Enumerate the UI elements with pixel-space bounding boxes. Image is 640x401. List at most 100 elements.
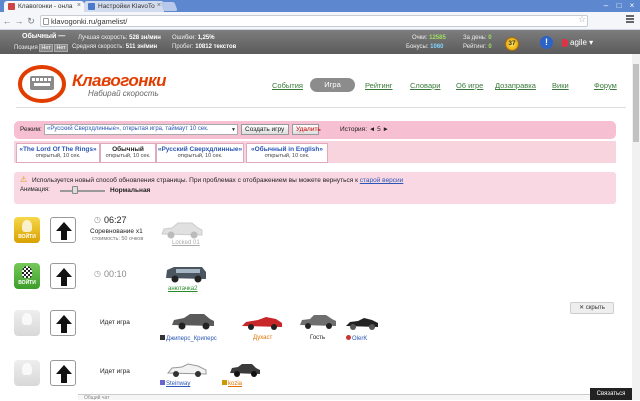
notice-message: Используется новый способ обновления стр… bbox=[32, 177, 358, 184]
nav-game[interactable]: Игра bbox=[310, 78, 355, 92]
animation-slider-track[interactable] bbox=[60, 190, 105, 192]
history-control[interactable]: История: ◄ 5 ► bbox=[340, 126, 389, 133]
url-input[interactable]: klavogonki.ru/gamelist/ bbox=[40, 15, 588, 27]
username[interactable]: agile ▾ bbox=[570, 38, 593, 47]
game-type-icon bbox=[50, 263, 76, 289]
join-button[interactable]: ВОЙТИ bbox=[14, 217, 40, 243]
level-badge[interactable]: 37 bbox=[505, 37, 519, 51]
avg-speed-label: Средняя скорость: bbox=[72, 44, 125, 50]
create-game-button[interactable]: Создать игру bbox=[241, 124, 289, 135]
animation-value: Нормальная bbox=[110, 187, 151, 194]
player-name: Гость bbox=[310, 335, 326, 341]
nav-wiki[interactable]: Вики bbox=[552, 81, 569, 90]
tab-favicon-icon bbox=[88, 3, 95, 10]
mode-tab-title: Обычный bbox=[112, 146, 144, 153]
nav-about[interactable]: О6 игре bbox=[456, 81, 483, 90]
forward-icon[interactable]: → bbox=[14, 16, 24, 26]
mode-tab-title: «The Lord Of The Rings» bbox=[19, 146, 97, 153]
player-name[interactable]: kozia bbox=[222, 380, 242, 387]
game-type-icon bbox=[50, 310, 76, 336]
browser-tab[interactable]: Настройки KlavoTo × bbox=[84, 1, 164, 12]
tab-favicon-icon bbox=[8, 3, 15, 10]
mode-tab[interactable]: «Русский Сверхдлинные» открытый, 10 сек. bbox=[156, 143, 244, 163]
history-label: История: bbox=[340, 126, 368, 133]
car-icon bbox=[161, 222, 203, 239]
best-speed-label: Лучшая скорость: bbox=[78, 35, 128, 41]
back-icon[interactable]: ← bbox=[2, 16, 12, 26]
maximize-icon[interactable]: □ bbox=[613, 1, 625, 11]
history-value[interactable]: ◄ 5 ► bbox=[369, 126, 389, 133]
nav-forum[interactable]: Форум bbox=[594, 81, 617, 90]
player-name[interactable]: OlerK bbox=[346, 335, 367, 342]
player-badge-icon bbox=[346, 335, 351, 340]
game-cost: стоимость: 50 очков bbox=[92, 236, 144, 242]
mode-tab-sub: открытый, 10 сек. bbox=[264, 153, 310, 159]
player-name[interactable]: анютачка2 bbox=[168, 286, 197, 292]
game-timer: 06:27 bbox=[104, 215, 127, 225]
game-title: Соревнование x1 bbox=[90, 228, 143, 235]
general-chat-bar[interactable]: Общий чат bbox=[78, 394, 618, 401]
player-name[interactable]: Джиперс_Криперс bbox=[160, 335, 217, 342]
errors-value: 1,25% bbox=[197, 35, 215, 41]
mode-tab[interactable]: «The Lord Of The Rings» открытый, 10 сек… bbox=[16, 143, 100, 163]
animation-label: Анимация: bbox=[20, 187, 50, 193]
clock-icon: ◷ bbox=[94, 269, 101, 278]
old-version-link[interactable]: старой версии bbox=[360, 177, 404, 184]
join-button[interactable]: ВОЙТИ bbox=[14, 263, 40, 289]
nav-events[interactable]: События bbox=[272, 81, 303, 90]
avg-speed-value: 511 зн/мин bbox=[125, 44, 158, 50]
delete-button[interactable]: Удалить bbox=[292, 124, 321, 135]
points-label: Очки: bbox=[412, 35, 428, 41]
nav-dictionaries[interactable]: Словари bbox=[410, 81, 440, 90]
player-badge-icon bbox=[222, 380, 227, 385]
mode-tab[interactable]: Обычный открытый, 10 сек. bbox=[100, 143, 156, 163]
chevron-down-icon: ▼ bbox=[231, 127, 236, 133]
game-status: Идет игра bbox=[100, 368, 130, 375]
nav-refuel[interactable]: Дозаправка bbox=[495, 81, 536, 90]
scrollbar-thumb[interactable] bbox=[633, 64, 639, 142]
bookmark-star-icon[interactable]: ☆ bbox=[578, 14, 586, 25]
mode-select[interactable]: «Русский Сверхдлинные», открытая игра, т… bbox=[44, 124, 238, 135]
day-value: 0 bbox=[488, 35, 492, 41]
tab-close-icon[interactable]: × bbox=[77, 2, 81, 9]
nav-rating[interactable]: Рейтинг bbox=[365, 81, 393, 90]
rating-label: Рейтинг: bbox=[463, 44, 487, 50]
contact-button[interactable]: Связаться bbox=[590, 388, 632, 400]
player-badge-icon bbox=[160, 335, 165, 340]
player-name[interactable]: Духаст bbox=[253, 335, 272, 341]
car-icon bbox=[172, 314, 214, 330]
position-badge: Нет bbox=[54, 44, 68, 52]
reload-icon[interactable]: ↻ bbox=[26, 16, 36, 26]
page-icon bbox=[43, 18, 49, 25]
car-icon bbox=[346, 318, 378, 330]
car-icon bbox=[300, 315, 336, 329]
car-icon bbox=[166, 267, 206, 283]
notification-icon[interactable]: ! bbox=[540, 36, 553, 49]
mileage-value: 10812 текстов bbox=[195, 44, 237, 50]
browser-tab-active[interactable]: Клавогонки - онла × bbox=[4, 1, 84, 12]
car-icon bbox=[242, 317, 282, 330]
mode-tab-title: «Обычный in English» bbox=[251, 146, 323, 153]
mode-tab[interactable]: «Обычный in English» открытый, 10 сек. bbox=[246, 143, 328, 163]
minimize-icon[interactable]: – bbox=[600, 1, 612, 11]
checkered-flag-icon bbox=[22, 313, 32, 325]
player-name[interactable]: Locked 01 bbox=[172, 240, 200, 246]
notice-text: Используется новый способ обновления стр… bbox=[32, 177, 403, 184]
site-slogan: Набирай скорость bbox=[88, 89, 159, 98]
close-window-icon[interactable]: × bbox=[626, 1, 638, 11]
chevron-down-icon[interactable]: ▾ bbox=[589, 38, 593, 47]
game-status: Идет игра bbox=[100, 319, 130, 326]
player-name[interactable]: Steinway bbox=[160, 380, 190, 387]
errors-label: Ошибки: bbox=[172, 35, 196, 41]
browser-menu-icon[interactable] bbox=[626, 15, 634, 24]
hide-game-button[interactable]: ✕ скрыть bbox=[570, 302, 614, 314]
bonus-value: 1060 bbox=[430, 44, 444, 50]
clock-icon: ◷ bbox=[94, 215, 101, 224]
points-value: 12585 bbox=[429, 35, 446, 41]
animation-slider-handle[interactable] bbox=[72, 186, 78, 194]
url-text: klavogonki.ru/gamelist/ bbox=[51, 17, 128, 26]
klavogonki-logo[interactable] bbox=[18, 64, 76, 104]
site-brand[interactable]: Клавогонки bbox=[72, 71, 167, 91]
game-type-icon bbox=[50, 217, 76, 243]
new-tab-button[interactable] bbox=[160, 2, 178, 11]
